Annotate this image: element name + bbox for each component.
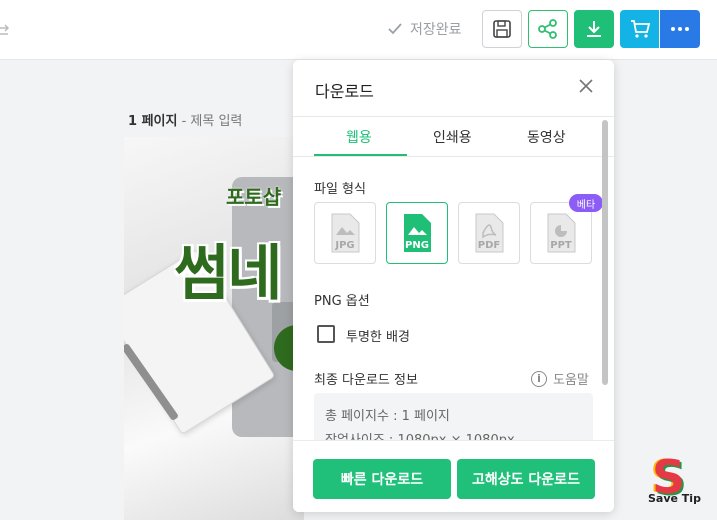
format-jpg-label: JPG (334, 240, 354, 251)
save-button[interactable] (482, 10, 522, 48)
tab-video[interactable]: 동영상 (527, 127, 566, 147)
check-icon (388, 23, 402, 35)
help-link[interactable]: i 도움말 (531, 369, 589, 388)
panel-footer: 빠른 다운로드 고해상도 다운로드 (293, 440, 614, 512)
info-total-pages: 총 페이지수 : 1 페이지 (325, 409, 450, 424)
pdf-file-icon: PDF (475, 213, 504, 253)
format-pdf-label: PDF (478, 240, 500, 251)
share-button[interactable] (528, 10, 568, 48)
top-toolbar: 저장완료 (0, 0, 717, 60)
cart-button[interactable] (620, 10, 659, 48)
file-format-label: 파일 형식 (314, 182, 366, 197)
jpg-file-icon: JPG (331, 213, 360, 253)
save-tip-logo: S Save Tip (646, 450, 712, 514)
divider (293, 116, 614, 117)
hd-download-button[interactable]: 고해상도 다운로드 (457, 459, 595, 499)
redo-icon[interactable] (0, 20, 12, 40)
close-icon[interactable] (579, 79, 593, 93)
beta-badge: 베타 (569, 194, 603, 212)
fast-download-button[interactable]: 빠른 다운로드 (313, 459, 451, 499)
save-icon (493, 20, 511, 38)
cart-icon (630, 20, 650, 38)
format-jpg-option[interactable]: JPG (314, 202, 376, 264)
png-options-label: PNG 옵션 (314, 294, 370, 309)
more-button[interactable] (660, 10, 700, 48)
page-title-input[interactable]: - 제목 입력 (182, 114, 243, 129)
design-canvas[interactable]: 포토샵 썸네 (124, 137, 304, 520)
canvas-title-small: 포토샵 (226, 185, 282, 209)
save-status-text: 저장완료 (410, 22, 462, 38)
format-pdf-option[interactable]: PDF (458, 202, 520, 264)
transparent-background-checkbox[interactable] (317, 325, 335, 343)
format-png-option[interactable]: PNG (386, 202, 448, 264)
download-button[interactable] (574, 10, 614, 48)
final-download-info-label: 최종 다운로드 정보 (314, 373, 418, 388)
page-label: 1 페이지 - 제목 입력 (128, 110, 242, 129)
panel-title: 다운로드 (315, 82, 374, 101)
logo-text: Save Tip (648, 492, 701, 505)
ppt-file-icon: PPT (547, 213, 576, 253)
png-file-icon: PNG (404, 214, 431, 252)
save-status: 저장완료 (388, 19, 462, 39)
download-panel: 다운로드 웹용 인쇄용 동영상 파일 형식 JPG PNG PDF PPT 베타… (293, 60, 614, 512)
share-icon (538, 19, 557, 39)
page-number: 1 페이지 (128, 114, 178, 129)
help-label: 도움말 (553, 373, 589, 388)
format-ppt-label: PPT (550, 240, 572, 251)
download-icon (587, 21, 601, 37)
format-png-label: PNG (405, 240, 429, 251)
tab-web[interactable]: 웹용 (346, 127, 372, 147)
panel-scrollbar[interactable] (602, 120, 608, 385)
info-icon: i (531, 370, 547, 387)
canvas-title-large: 썸네 (174, 239, 282, 309)
more-icon (671, 27, 689, 31)
transparent-background-label[interactable]: 투명한 배경 (346, 326, 410, 345)
tab-print[interactable]: 인쇄용 (433, 127, 472, 147)
divider (293, 156, 614, 157)
